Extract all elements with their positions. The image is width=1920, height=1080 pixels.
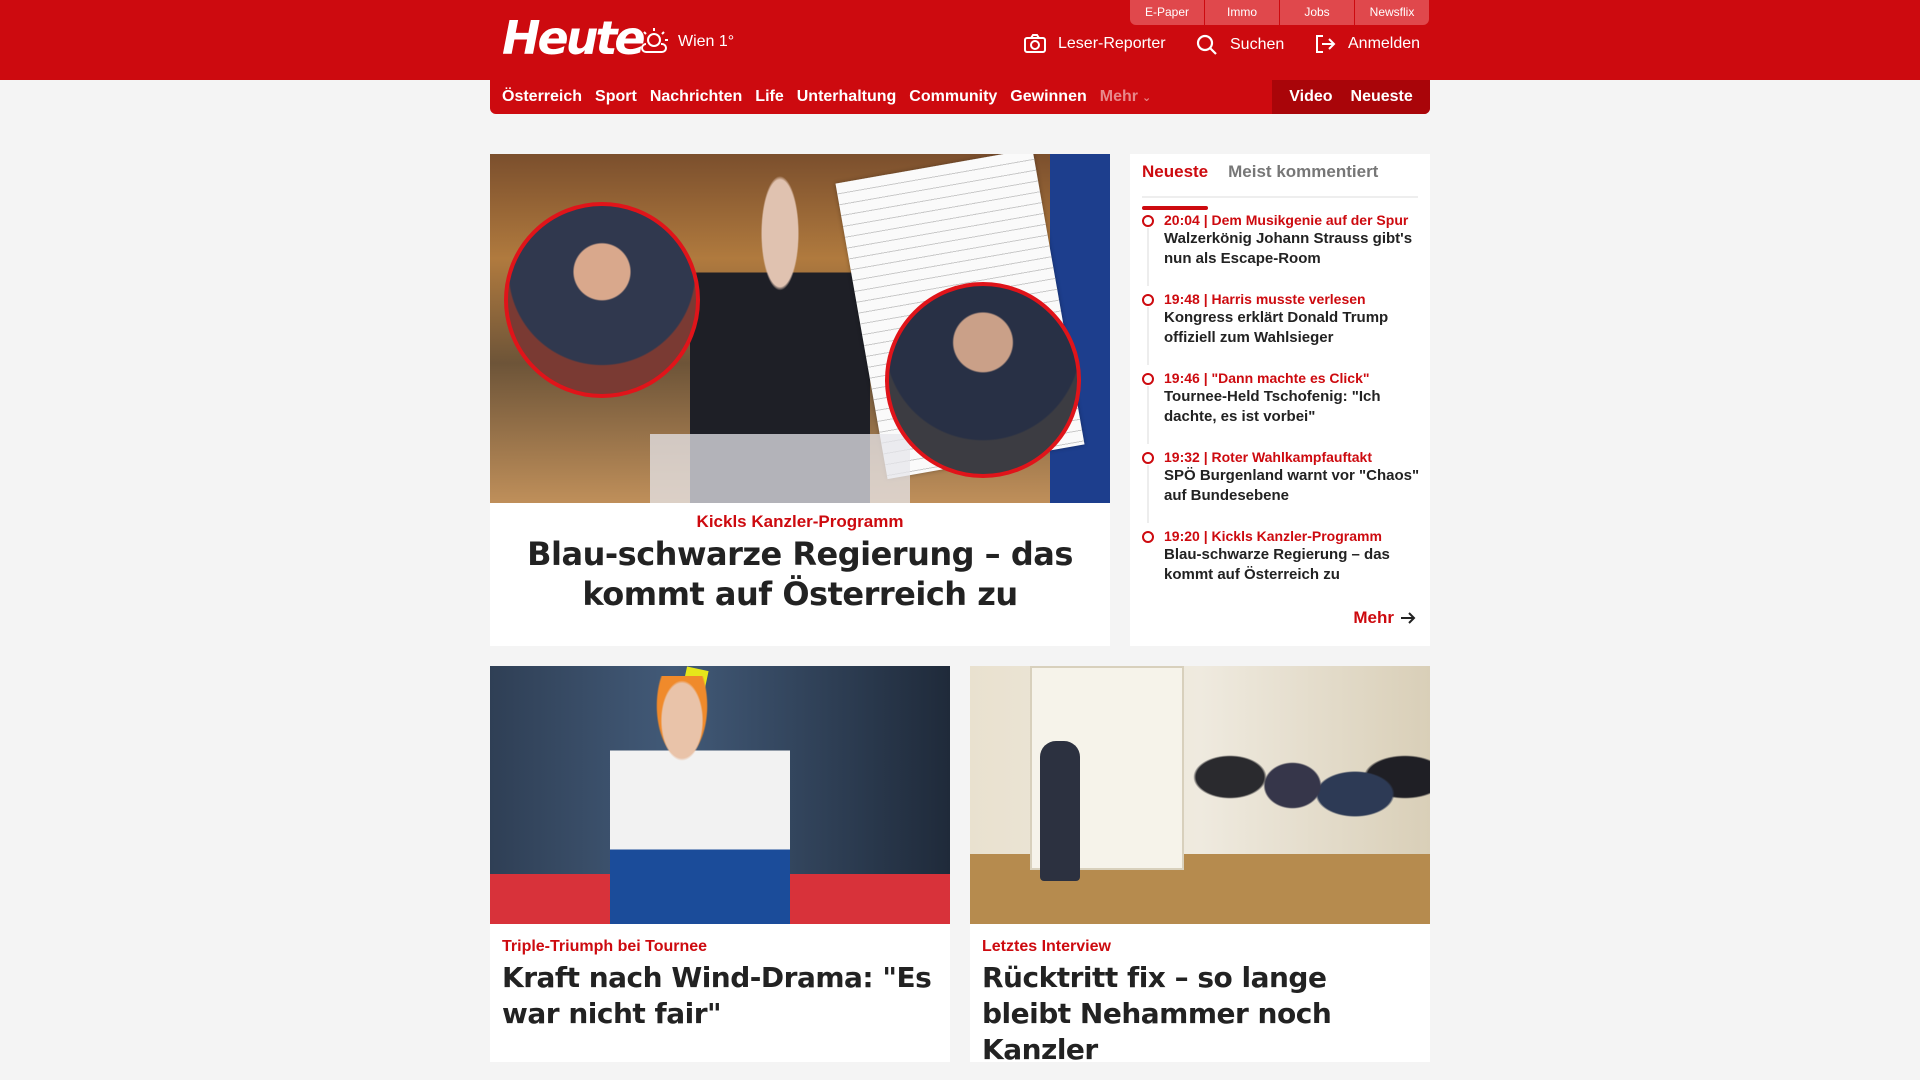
list-item-title[interactable]: Blau-schwarze Regierung – das kommt auf … [1164, 545, 1422, 585]
nav-more-label: Mehr [1099, 88, 1138, 105]
walking-person [1040, 741, 1080, 881]
hero-article[interactable]: Kickls Kanzler-Programm Blau-schwarze Re… [490, 154, 1110, 646]
article-title[interactable]: Rücktritt fix – so lange bleibt Nehammer… [982, 960, 1418, 1068]
nav-more-dropdown[interactable]: Mehr ⌄ [1100, 88, 1151, 106]
hero-image[interactable] [490, 154, 1110, 503]
timeline-line [1147, 307, 1149, 365]
newest-more-label: Mehr [1353, 608, 1394, 627]
tab-meist-kommentiert[interactable]: Meist kommentiert [1228, 162, 1378, 196]
top-link-newsflix[interactable]: Newsflix [1355, 0, 1429, 25]
list-item-title[interactable]: Tournee-Held Tschofenig: "Ich dachte, es… [1164, 387, 1422, 427]
login-button[interactable]: Anmelden [1314, 34, 1420, 54]
list-item-title[interactable]: Kongress erklärt Donald Trump offiziell … [1164, 308, 1422, 348]
login-label: Anmelden [1348, 35, 1421, 52]
timeline-dot [1142, 531, 1154, 543]
article-card[interactable]: Triple-Triumph bei Tournee Kraft nach Wi… [490, 666, 950, 1062]
weather-sun-cloud-icon [640, 28, 668, 53]
search-button[interactable]: Suchen [1196, 34, 1284, 56]
nav-item-unterhaltung[interactable]: Unterhaltung [797, 88, 897, 106]
search-icon [1196, 34, 1217, 55]
timeline-dot [1142, 373, 1154, 385]
site-header: Heute Wien 1° E-Paper Immo Jobs Newsflix… [0, 0, 1920, 80]
list-item[interactable]: 19:32 | Roter Wahlkampfauftakt SPÖ Burge… [1142, 449, 1422, 528]
newest-tabs: Neueste Meist kommentiert [1142, 162, 1418, 210]
leser-reporter-button[interactable]: Leser-Reporter [1024, 34, 1166, 54]
leser-reporter-label: Leser-Reporter [1058, 35, 1166, 52]
timeline-dot [1142, 215, 1154, 227]
list-item-meta: 19:32 | Roter Wahlkampfauftakt [1164, 449, 1373, 465]
arrow-right-icon [1401, 612, 1416, 624]
list-item-meta: 19:48 | Harris musste verlesen [1164, 291, 1366, 307]
list-item-title[interactable]: Walzerkönig Johann Strauss gibt's nun al… [1164, 229, 1422, 269]
hero-image-inset-left [504, 202, 700, 398]
nav-item-community[interactable]: Community [909, 88, 997, 106]
article-card[interactable]: Letztes Interview Rücktritt fix – so lan… [970, 666, 1430, 1066]
site-logo[interactable]: Heute [502, 10, 646, 66]
list-item-meta: 20:04 | Dem Musikgenie auf der Spur [1164, 212, 1409, 228]
article-image-ski-jumper[interactable] [490, 666, 950, 924]
chevron-down-icon: ⌄ [1141, 91, 1152, 104]
newest-box: Neueste Meist kommentiert 20:04 | Dem Mu… [1130, 154, 1430, 646]
hero-image-inset-right [885, 282, 1081, 478]
timeline-dot [1142, 294, 1154, 306]
athlete-shape [610, 676, 790, 924]
search-label: Suchen [1230, 36, 1285, 53]
list-item-meta: 19:20 | Kickls Kanzler-Programm [1164, 528, 1382, 544]
weather-text: Wien 1° [678, 33, 735, 50]
nav-item-video[interactable]: Video [1289, 88, 1332, 106]
timeline-line [1147, 228, 1149, 286]
login-icon [1316, 35, 1336, 53]
top-link-immo[interactable]: Immo [1205, 0, 1279, 25]
article-image-press-room[interactable] [970, 666, 1430, 924]
top-link-epaper[interactable]: E-Paper [1130, 0, 1204, 25]
list-item-title[interactable]: SPÖ Burgenland warnt vor "Chaos" auf Bun… [1164, 466, 1422, 506]
timeline-dot [1142, 452, 1154, 464]
hero-image-lectern [650, 434, 910, 503]
top-link-jobs[interactable]: Jobs [1280, 0, 1354, 25]
camera-icon [1024, 34, 1046, 53]
nav-item-nachrichten[interactable]: Nachrichten [650, 88, 742, 106]
top-links: E-Paper Immo Jobs Newsflix [1130, 0, 1429, 25]
newest-more-link[interactable]: Mehr [1353, 608, 1416, 628]
nav-item-sport[interactable]: Sport [595, 88, 637, 106]
weather-widget[interactable]: Wien 1° [638, 26, 734, 58]
list-item-meta: 19:46 | "Dann machte es Click" [1164, 370, 1370, 386]
tab-neueste[interactable]: Neueste [1142, 162, 1209, 210]
list-item[interactable]: 19:20 | Kickls Kanzler-Programm Blau-sch… [1142, 528, 1422, 607]
nav-item-gewinnen[interactable]: Gewinnen [1010, 88, 1086, 106]
list-item[interactable]: 19:48 | Harris musste verlesen Kongress … [1142, 291, 1422, 370]
timeline-line [1147, 386, 1149, 444]
nav-item-neueste[interactable]: Neueste [1351, 88, 1413, 106]
hero-kicker[interactable]: Kickls Kanzler-Programm [490, 512, 1110, 532]
newest-timeline: 20:04 | Dem Musikgenie auf der Spur Walz… [1142, 212, 1422, 607]
article-title[interactable]: Kraft nach Wind-Drama: "Es war nicht fai… [502, 960, 938, 1032]
timeline-line [1147, 465, 1149, 523]
main-nav: Österreich Sport Nachrichten Life Unterh… [490, 80, 1430, 114]
nav-item-life[interactable]: Life [755, 88, 783, 106]
list-item[interactable]: 19:46 | "Dann machte es Click" Tournee-H… [1142, 370, 1422, 449]
press-crowd [1180, 726, 1430, 896]
article-kicker[interactable]: Triple-Triumph bei Tournee [502, 938, 707, 956]
list-item[interactable]: 20:04 | Dem Musikgenie auf der Spur Walz… [1142, 212, 1422, 291]
nav-right-group: Video Neueste [1272, 80, 1430, 114]
article-kicker[interactable]: Letztes Interview [982, 938, 1111, 956]
hero-title[interactable]: Blau-schwarze Regierung – das kommt auf … [500, 534, 1100, 614]
nav-item-oesterreich[interactable]: Österreich [502, 88, 582, 106]
